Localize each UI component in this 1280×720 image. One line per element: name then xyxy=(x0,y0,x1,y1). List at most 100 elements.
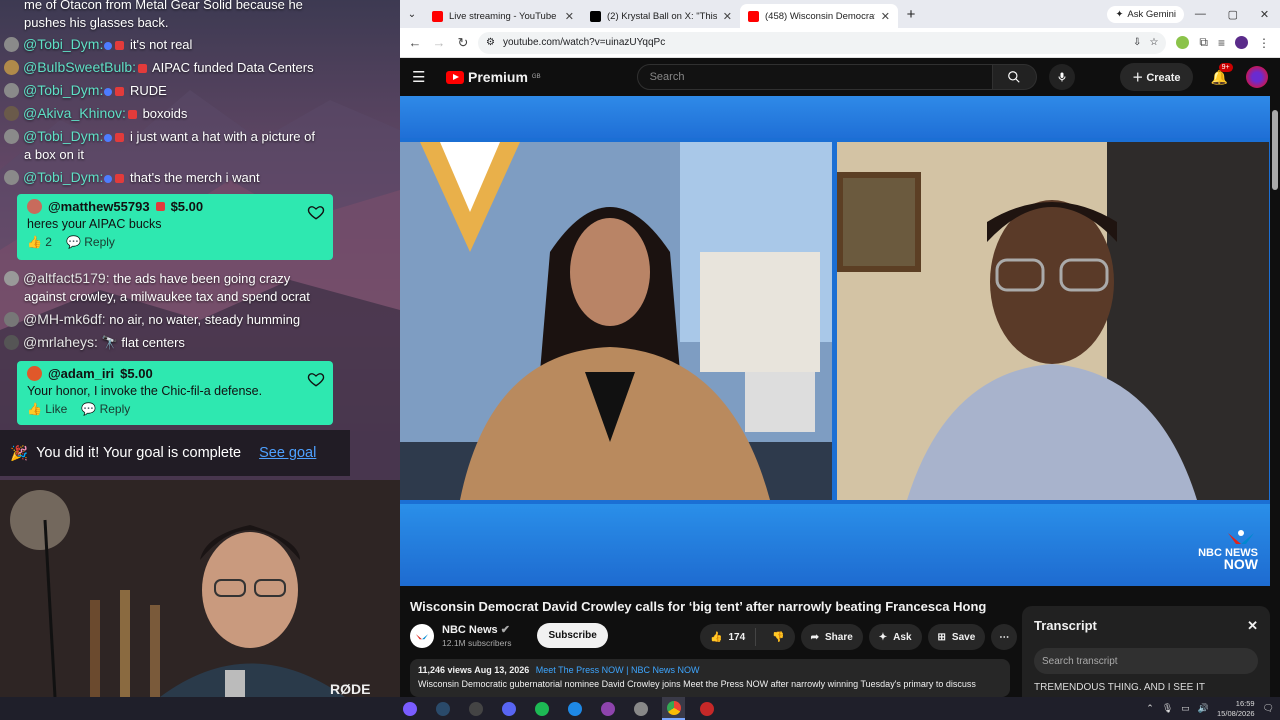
obs-icon[interactable] xyxy=(464,697,487,720)
ask-button[interactable]: ✦ Ask xyxy=(868,624,922,650)
chat-message: @BulbSweetBulb: AIPAC funded Data Center… xyxy=(4,58,396,77)
like-button[interactable]: 👍 174 xyxy=(700,628,757,646)
thumbs-down-icon: 👎 xyxy=(772,631,785,643)
profile-avatar[interactable] xyxy=(1235,36,1248,49)
dislike-button[interactable]: 👎 xyxy=(762,632,794,643)
network-icon[interactable]: ▭ xyxy=(1181,703,1190,714)
goal-banner: 🎉 You did it! Your goal is complete See … xyxy=(0,430,350,476)
app-blue-icon[interactable] xyxy=(563,697,586,720)
superchat-donation: @matthew55793 $5.00 heres your AIPAC buck… xyxy=(17,194,333,260)
tab-bar: ⌄ Live streaming - YouTube Studio✕ (2) K… xyxy=(400,0,1280,28)
chat-message: @Akiva_Khinov: boxoids xyxy=(4,104,396,123)
more-actions-button[interactable]: ⋯ xyxy=(991,624,1018,650)
create-button[interactable]: ＋ Create xyxy=(1120,63,1193,91)
close-icon[interactable]: ✕ xyxy=(565,10,574,23)
spotify-icon[interactable] xyxy=(530,697,553,720)
arc-icon[interactable] xyxy=(398,697,421,720)
channel-info: NBC News ✔ 12.1M subscribers Subscribe xyxy=(410,623,608,648)
video-player[interactable]: NBC NEWS NOW xyxy=(400,96,1270,586)
see-goal-link[interactable]: See goal xyxy=(259,445,316,461)
chat-message: @Tobi_Dym: i just want a hat with a pict… xyxy=(4,127,396,164)
desktop: me of Otacon from Metal Gear Solid becau… xyxy=(0,0,1280,720)
back-icon[interactable]: ← xyxy=(406,35,424,50)
media-icon[interactable]: ≡ xyxy=(1218,36,1225,50)
tab-search-icon[interactable]: ⌄ xyxy=(400,9,424,20)
forward-icon[interactable]: → xyxy=(430,35,448,50)
video-title: Wisconsin Democrat David Crowley calls f… xyxy=(410,599,987,614)
reply-button[interactable]: 💬 Reply xyxy=(81,402,130,416)
bookmark-star-icon[interactable]: ☆ xyxy=(1149,37,1158,48)
x-icon xyxy=(590,10,601,22)
channel-name[interactable]: NBC News ✔ xyxy=(442,623,511,636)
search-input[interactable]: Search xyxy=(636,64,993,90)
verified-icon: ✔ xyxy=(500,624,510,636)
webcam-feed: RØDE xyxy=(0,480,400,697)
subscriber-count: 12.1M subscribers xyxy=(442,638,512,648)
tab-youtube-video[interactable]: (458) Wisconsin Democrat Davi✕ xyxy=(740,4,898,28)
clock[interactable]: 16:59 15/08/2026 xyxy=(1217,699,1255,719)
extension-icon[interactable] xyxy=(1176,36,1190,49)
volume-icon[interactable]: 🔊 xyxy=(1198,703,1209,714)
ask-gemini-button[interactable]: ✦ Ask Gemini xyxy=(1107,5,1184,23)
maximize-icon[interactable]: ▢ xyxy=(1228,8,1238,21)
avatar xyxy=(27,199,42,214)
youtube-premium-logo[interactable]: Premium GB xyxy=(446,69,541,85)
transcript-search-input[interactable]: Search transcript xyxy=(1034,648,1258,674)
chat-message: @Tobi_Dym: RUDE xyxy=(4,81,396,100)
goal-text: You did it! Your goal is complete xyxy=(36,445,242,461)
close-icon[interactable]: ✕ xyxy=(723,10,732,23)
party-icon: 🎉 xyxy=(10,445,29,462)
puzzle-icon[interactable]: ⧉ xyxy=(1199,35,1208,50)
nbc-peacock-icon[interactable] xyxy=(410,623,434,648)
chat-message: @Tobi_Dym: that's the merch i want xyxy=(4,168,396,187)
avatar xyxy=(4,60,19,75)
subscribe-button[interactable]: Subscribe xyxy=(537,623,608,648)
voice-search-button[interactable] xyxy=(1048,64,1075,90)
tab-x-krystal-ball[interactable]: (2) Krystal Ball on X: "This is wo✕ xyxy=(582,4,740,28)
chat-message: me of Otacon from Metal Gear Solid becau… xyxy=(24,0,303,30)
page-scrollbar[interactable] xyxy=(1270,96,1280,697)
discord-icon[interactable] xyxy=(497,697,520,720)
site-info-icon[interactable]: ⚙ xyxy=(486,37,495,48)
chrome-icon[interactable] xyxy=(662,697,685,720)
nbc-news-now-logo: NBC NEWS NOW xyxy=(1198,529,1258,572)
install-icon[interactable]: ⇩ xyxy=(1133,37,1141,48)
minimize-icon[interactable]: — xyxy=(1195,8,1206,21)
reload-icon[interactable]: ↻ xyxy=(454,35,472,51)
microphone-icon xyxy=(1058,72,1066,82)
save-button[interactable]: ⊞ Save xyxy=(927,624,986,650)
notifications-bell-icon[interactable]: 🔔 9+ xyxy=(1211,62,1233,86)
app-red-icon[interactable] xyxy=(695,697,718,720)
heart-icon[interactable] xyxy=(307,370,325,388)
heart-icon[interactable] xyxy=(307,203,325,221)
steam-icon[interactable] xyxy=(431,697,454,720)
search-button[interactable] xyxy=(992,64,1037,90)
close-icon[interactable]: ✕ xyxy=(1247,618,1258,634)
new-tab-button[interactable]: + xyxy=(898,6,924,23)
chat-message: @Tobi_Dym: it's not real xyxy=(4,35,396,54)
hashtag-links[interactable]: Meet The Press NOW | NBC News NOW xyxy=(536,665,700,675)
hamburger-menu-icon[interactable]: ☰ xyxy=(412,68,434,86)
menu-kebab-icon[interactable]: ⋮ xyxy=(1258,36,1270,50)
superchat-donation: @adam_iri $5.00 Your honor, I invoke the … xyxy=(17,361,333,425)
chevron-up-icon[interactable]: ⌃ xyxy=(1146,703,1154,714)
account-avatar[interactable] xyxy=(1246,66,1268,88)
chat-message: @MH-mk6df: no air, no water, steady humm… xyxy=(4,310,396,329)
close-window-icon[interactable]: ✕ xyxy=(1260,8,1269,21)
tab-youtube-studio[interactable]: Live streaming - YouTube Studio✕ xyxy=(424,4,582,28)
app-purple-icon[interactable] xyxy=(596,697,619,720)
microphone-tray-icon[interactable]: 🎙 xyxy=(1162,703,1173,714)
webcam-image: RØDE xyxy=(0,480,400,697)
avatar xyxy=(4,129,19,144)
app-gray-icon[interactable] xyxy=(629,697,652,720)
share-button[interactable]: ➦ Share xyxy=(800,624,863,650)
description-box[interactable]: 11,246 views Aug 13, 2026 Meet The Press… xyxy=(410,659,1010,697)
notification-center-icon[interactable]: 🗨 xyxy=(1263,703,1274,714)
reply-button[interactable]: 💬 Reply xyxy=(66,235,115,249)
like-button[interactable]: 👍 Like xyxy=(27,402,67,416)
url-input[interactable]: ⚙ youtube.com/watch?v=uinazUYqqPc ⇩ ☆ xyxy=(478,31,1167,54)
transcript-segment[interactable]: TREMENDOUS THING. AND I SEE IT xyxy=(1034,682,1258,693)
like-button[interactable]: 👍 2 xyxy=(27,235,52,249)
close-icon[interactable]: ✕ xyxy=(881,10,890,23)
avatar xyxy=(4,335,19,350)
